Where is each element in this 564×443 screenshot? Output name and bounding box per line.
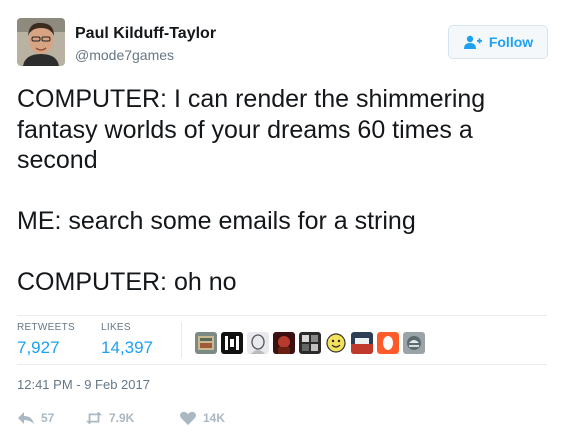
tweet-text: COMPUTER: I can render the shimmering fa… [17,84,547,298]
follow-button[interactable]: Follow [448,25,548,59]
tweet-line: COMPUTER: I can render the shimmering [17,85,486,113]
likes-count: 14,397 [101,338,153,357]
reply-button[interactable]: 57 [17,410,54,426]
author-name[interactable]: Paul Kilduff-Taylor [75,25,216,43]
tweet-line: fantasy worlds of your dreams 60 times a [17,115,473,144]
tweet-stats: RETWEETS 7,927 LIKES 14,397 [17,316,547,364]
liker-avatar[interactable] [351,332,373,354]
likes-stat[interactable]: LIKES 14,397 [101,322,153,358]
retweet-icon [85,411,103,425]
stats-separator [181,322,182,358]
tweet-actions: 57 7.9K 14K [17,408,317,430]
retweets-count: 7,927 [17,338,60,357]
stats-bottom-divider [17,364,547,365]
author-handle[interactable]: @mode7games [75,47,174,63]
liker-avatar[interactable] [273,332,295,354]
retweet-button[interactable]: 7.9K [85,410,134,426]
retweet-count: 7.9K [109,411,135,425]
heart-icon [180,411,196,425]
liker-avatar[interactable] [299,332,321,354]
reply-count: 57 [41,411,55,425]
retweets-label: RETWEETS [17,322,75,333]
reply-icon [18,412,34,424]
tweet-line: COMPUTER: oh no [17,268,237,296]
liker-avatar[interactable] [221,332,243,354]
liker-avatar[interactable] [325,332,347,354]
tweet-line: second [17,146,98,174]
tweet-header: Paul Kilduff-Taylor @mode7games Follow [17,17,548,69]
liker-avatar[interactable] [195,332,217,354]
like-button[interactable]: 14K [179,410,225,426]
tweet-line: ME: search some emails for a string [17,207,416,235]
likes-label: LIKES [101,322,131,333]
tweet-line [17,176,547,207]
like-count: 14K [203,411,226,425]
add-user-icon [463,35,482,49]
author-avatar[interactable] [17,18,65,66]
liker-avatar[interactable] [247,332,269,354]
follow-label: Follow [488,34,534,50]
liker-avatar[interactable] [377,332,399,354]
liker-avatar[interactable] [403,332,425,354]
tweet-line [17,237,547,268]
retweets-stat[interactable]: RETWEETS 7,927 [17,322,75,358]
tweet-timestamp[interactable]: 12:41 PM - 9 Feb 2017 [17,377,150,392]
